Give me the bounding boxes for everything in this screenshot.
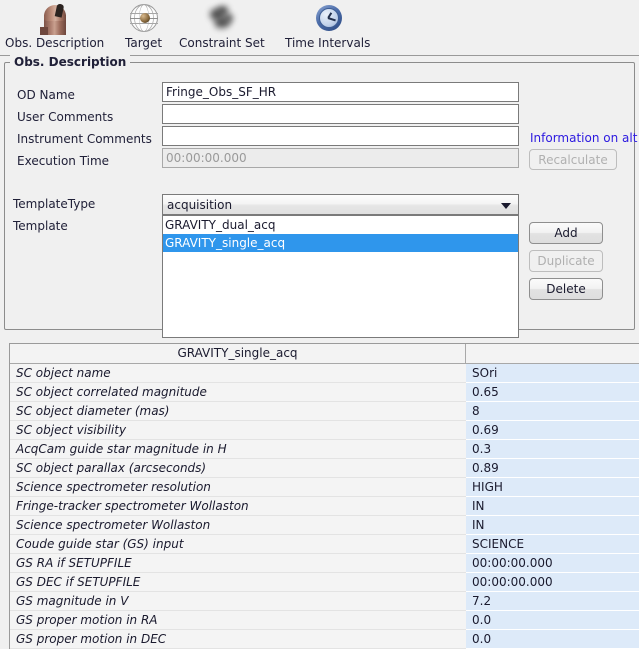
duplicate-template-button[interactable]: Duplicate	[529, 250, 603, 272]
parameter-name-cell: SC object diameter (mas)	[10, 402, 466, 421]
list-item[interactable]: GRAVITY_single_acq	[163, 234, 518, 252]
table-row[interactable]: SC object name SOri	[10, 364, 639, 383]
table-row[interactable]: SC object diameter (mas) 8	[10, 402, 639, 421]
instrument-comments-input[interactable]	[162, 126, 519, 146]
parameter-name-cell: Coude guide star (GS) input	[10, 535, 466, 554]
template-parameter-table: GRAVITY_single_acq SC object name SOri SC …	[9, 343, 639, 649]
label-template-type: TemplateType	[13, 197, 96, 211]
toolbar-tab-label: Obs. Description	[5, 36, 105, 50]
toolbar-tab-obs-description[interactable]: Obs. Description	[5, 0, 104, 51]
label-instrument-comments: Instrument Comments	[17, 132, 152, 146]
table-row[interactable]: SC object visibility 0.69	[10, 421, 639, 440]
parameter-value-cell[interactable]: 0.89	[466, 459, 639, 478]
parameter-name-cell: GS magnitude in V	[10, 592, 466, 611]
label-execution-time: Execution Time	[17, 154, 110, 168]
table-row[interactable]: Science spectrometer resolution HIGH	[10, 478, 639, 497]
column-header-value[interactable]	[466, 344, 639, 363]
table-row[interactable]: Science spectrometer Wollaston IN	[10, 516, 639, 535]
label-template: Template	[13, 219, 68, 233]
toolbar-tab-time-intervals[interactable]: Time Intervals	[285, 0, 370, 51]
parameter-name-cell: SC object visibility	[10, 421, 466, 440]
recalculate-button[interactable]: Recalculate	[529, 149, 617, 170]
execution-time-input	[162, 148, 519, 168]
toolbar-tab-label: Constraint Set	[179, 36, 265, 50]
label-user-comments: User Comments	[17, 110, 114, 124]
template-type-combobox[interactable]: acquisition	[162, 194, 519, 215]
list-item[interactable]: GRAVITY_dual_acq	[163, 216, 518, 234]
parameter-value-cell[interactable]: IN	[466, 516, 639, 535]
toolbar-tab-label: Time Intervals	[285, 36, 371, 50]
parameter-name-cell: SC object parallax (arcseconds)	[10, 459, 466, 478]
table-row[interactable]: SC object parallax (arcseconds) 0.89	[10, 459, 639, 478]
od-name-input[interactable]	[162, 82, 519, 102]
parameter-value-cell[interactable]: 8	[466, 402, 639, 421]
parameter-name-cell: GS proper motion in DEC	[10, 630, 466, 649]
clock-icon	[311, 1, 345, 35]
parameter-name-cell: SC object correlated magnitude	[10, 383, 466, 402]
parameter-value-cell[interactable]: 00:00:00.000	[466, 554, 639, 573]
table-row[interactable]: GS RA if SETUPFILE 00:00:00.000	[10, 554, 639, 573]
label-od-name: OD Name	[17, 88, 75, 102]
user-comments-input[interactable]	[162, 104, 519, 124]
template-listbox[interactable]: GRAVITY_dual_acq GRAVITY_single_acq	[162, 215, 519, 338]
parameter-value-cell[interactable]: 0.69	[466, 421, 639, 440]
delete-template-button[interactable]: Delete	[529, 278, 603, 300]
parameter-name-cell: Science spectrometer Wollaston	[10, 516, 466, 535]
observatory-dome-icon	[35, 1, 75, 35]
table-row[interactable]: AcqCam guide star magnitude in H 0.3	[10, 440, 639, 459]
parameter-value-cell[interactable]: 0.65	[466, 383, 639, 402]
top-toolbar: Obs. Description Target Constraint Set T…	[0, 0, 639, 56]
template-type-value: acquisition	[167, 198, 233, 212]
parameter-name-cell: GS DEC if SETUPFILE	[10, 573, 466, 592]
column-header-parameter[interactable]: GRAVITY_single_acq	[10, 344, 466, 363]
group-panel-title: Obs. Description	[10, 55, 131, 69]
parameter-name-cell: Science spectrometer resolution	[10, 478, 466, 497]
information-on-alt-link[interactable]: Information on alt	[530, 131, 637, 145]
parameter-value-cell[interactable]: 0.0	[466, 630, 639, 649]
table-row[interactable]: Coude guide star (GS) input SCIENCE	[10, 535, 639, 554]
parameter-value-cell[interactable]: IN	[466, 497, 639, 516]
add-template-button[interactable]: Add	[529, 222, 603, 244]
table-row[interactable]: Fringe-tracker spectrometer Wollaston IN	[10, 497, 639, 516]
table-body: SC object name SOri SC object correlated m…	[10, 364, 639, 649]
parameter-value-cell[interactable]: 0.3	[466, 440, 639, 459]
toolbar-tab-constraint-set[interactable]: Constraint Set	[179, 0, 265, 51]
toolbar-tab-target[interactable]: Target	[125, 0, 162, 51]
parameter-value-cell[interactable]: 0.0	[466, 611, 639, 630]
parameter-value-cell[interactable]: 7.2	[466, 592, 639, 611]
table-row[interactable]: GS proper motion in DEC 0.0	[10, 630, 639, 649]
table-row[interactable]: GS DEC if SETUPFILE 00:00:00.000	[10, 573, 639, 592]
parameter-value-cell[interactable]: 00:00:00.000	[466, 573, 639, 592]
parameter-value-cell[interactable]: SCIENCE	[466, 535, 639, 554]
table-row[interactable]: SC object correlated magnitude 0.65	[10, 383, 639, 402]
parameter-name-cell: SC object name	[10, 364, 466, 383]
table-header-row: GRAVITY_single_acq	[10, 344, 639, 364]
table-row[interactable]: GS magnitude in V 7.2	[10, 592, 639, 611]
globe-icon	[127, 1, 161, 35]
parameter-name-cell: Fringe-tracker spectrometer Wollaston	[10, 497, 466, 516]
parameter-value-cell[interactable]: SOri	[466, 364, 639, 383]
table-row[interactable]: GS proper motion in RA 0.0	[10, 611, 639, 630]
chevron-down-icon	[501, 203, 511, 209]
toolbar-tab-label: Target	[125, 36, 163, 50]
parameter-name-cell: AcqCam guide star magnitude in H	[10, 440, 466, 459]
constraint-blob-icon	[202, 1, 242, 35]
parameter-name-cell: GS proper motion in RA	[10, 611, 466, 630]
parameter-value-cell[interactable]: HIGH	[466, 478, 639, 497]
parameter-name-cell: GS RA if SETUPFILE	[10, 554, 466, 573]
